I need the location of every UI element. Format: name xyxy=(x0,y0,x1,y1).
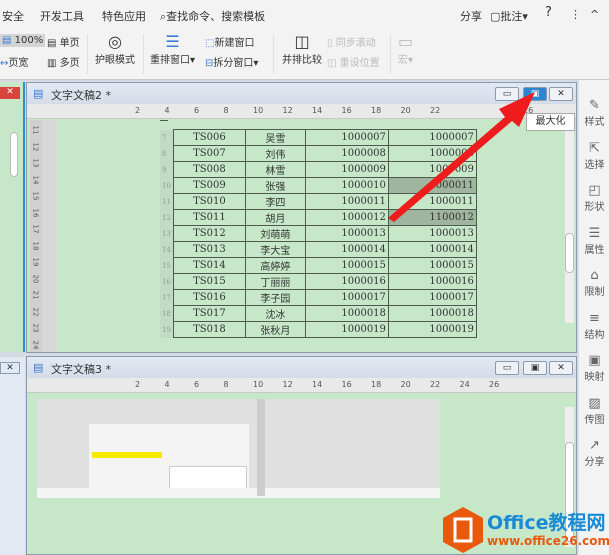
watermark: Office教程网 www.office26.com xyxy=(443,505,609,555)
annotation-arrow xyxy=(388,92,535,222)
watermark-url: www.office26.com xyxy=(487,534,609,548)
watermark-title: Office教程网 xyxy=(487,512,606,534)
red-arrow xyxy=(388,92,535,222)
office-logo xyxy=(443,507,483,553)
